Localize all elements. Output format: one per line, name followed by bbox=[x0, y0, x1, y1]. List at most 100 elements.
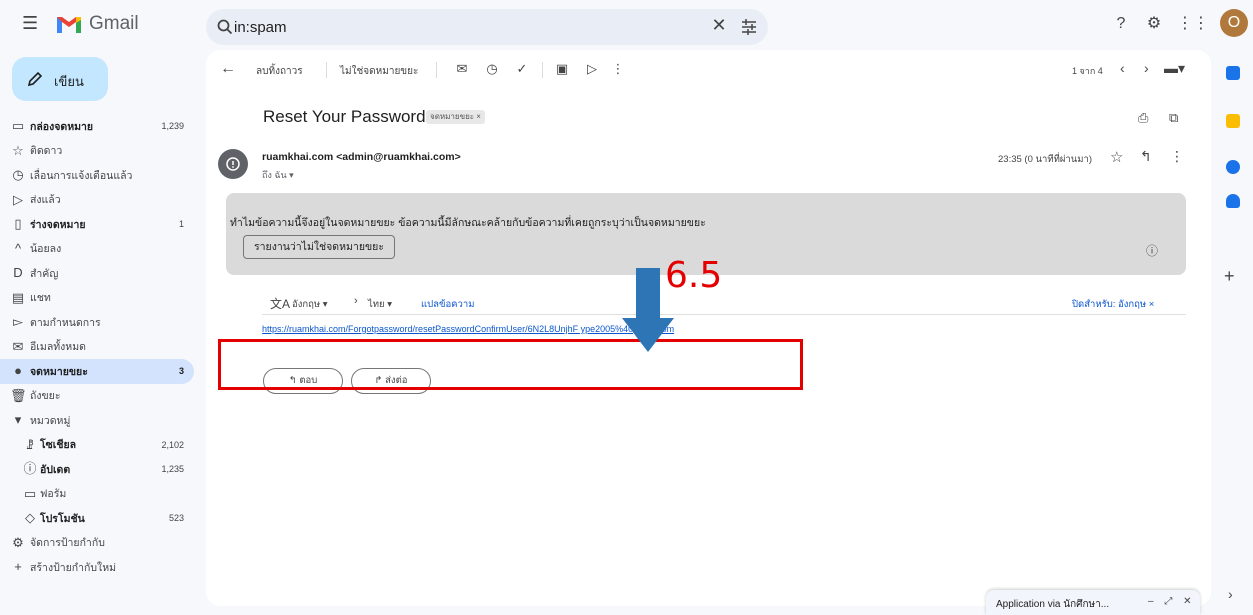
move-to-icon[interactable]: ▣ bbox=[554, 61, 570, 77]
sidebar-item-icon: D bbox=[13, 265, 23, 280]
sidebar-item[interactable]: ▭ กล่องจดหมาย 1,239 bbox=[0, 114, 200, 139]
sidebar-item-label: ร่างจดหมาย bbox=[30, 218, 86, 231]
sidebar-item-label: แชท bbox=[30, 292, 51, 305]
account-avatar[interactable]: O bbox=[1220, 9, 1248, 37]
search-options-icon[interactable] bbox=[739, 17, 759, 37]
pencil-icon bbox=[27, 71, 43, 87]
main-menu-icon[interactable]: ☰ bbox=[22, 13, 42, 33]
search-bar[interactable]: ✕ bbox=[206, 9, 768, 45]
sidebar-item-icon: ^ bbox=[14, 240, 22, 256]
page-counter: 1 จาก 4 bbox=[1072, 66, 1103, 76]
sender-avatar[interactable] bbox=[218, 149, 248, 179]
reply-icon[interactable]: ↰ bbox=[1140, 148, 1152, 165]
sidebar-item[interactable]: ▯ ร่างจดหมาย 1 bbox=[0, 212, 200, 237]
print-icon[interactable]: ⎙ bbox=[1138, 110, 1154, 126]
help-icon[interactable]: ? bbox=[1110, 13, 1132, 35]
sidebar-item[interactable]: ⚙ จัดการป้ายกำกับ bbox=[0, 531, 200, 556]
report-not-spam-button[interactable]: รายงานว่าไม่ใช่จดหมายขยะ bbox=[243, 235, 395, 259]
clear-search-icon[interactable]: ✕ bbox=[709, 15, 729, 36]
calendar-icon[interactable] bbox=[1226, 66, 1240, 80]
sidebar-item-count: 2,102 bbox=[161, 439, 184, 450]
sidebar-item-label: ส่งแล้ว bbox=[30, 194, 61, 207]
sidebar-item-icon: ◷ bbox=[12, 167, 24, 182]
sidebar-item[interactable]: ⓘ อัปเดต 1,235 bbox=[0, 457, 200, 482]
sidebar-item-label: สร้างป้ายกำกับใหม่ bbox=[30, 561, 117, 574]
not-spam-button[interactable]: ไม่ใช่จดหมายขยะ bbox=[340, 64, 418, 79]
back-arrow-icon[interactable]: ← bbox=[220, 60, 236, 78]
add-task-icon[interactable]: ✓ bbox=[514, 61, 530, 77]
toolbar-divider bbox=[436, 62, 437, 78]
sidebar-item-icon: ☆ bbox=[12, 142, 24, 158]
spam-label-chip[interactable]: จดหมายขยะ × bbox=[426, 110, 485, 124]
tasks-icon[interactable] bbox=[1226, 160, 1240, 174]
search-icon[interactable] bbox=[216, 18, 234, 36]
info-icon[interactable]: ⓘ bbox=[1146, 242, 1160, 258]
translate-icon: 文A bbox=[270, 297, 291, 311]
sidebar-item-icon: ⚙ bbox=[12, 534, 24, 550]
translate-to-select[interactable]: ไทย ▾ bbox=[368, 297, 392, 312]
sidebar-item-label: ถังขยะ bbox=[30, 390, 61, 403]
warning-info-icon bbox=[226, 157, 240, 171]
more-options-icon[interactable]: ⋮ bbox=[610, 61, 626, 77]
toolbar-divider bbox=[542, 62, 543, 78]
panel-controls[interactable]: – ⤢ ✕ bbox=[1148, 596, 1196, 607]
keep-icon[interactable] bbox=[1226, 114, 1240, 128]
sidebar-item[interactable]: ▻ ตามกำหนดการ bbox=[0, 310, 200, 335]
sidebar-item-count: 1 bbox=[178, 219, 184, 230]
mark-unread-icon[interactable]: ✉ bbox=[454, 61, 470, 77]
input-tools-icon[interactable]: ▬▾ bbox=[1164, 60, 1185, 77]
sidebar-item[interactable]: ● จดหมายขยะ 3 bbox=[0, 359, 194, 384]
minimized-compose-panel[interactable]: Application via นักศึกษา... – ⤢ ✕ bbox=[986, 590, 1200, 615]
contacts-icon[interactable] bbox=[1226, 194, 1240, 208]
sidebar-item[interactable]: ▾ หมวดหมู่ bbox=[0, 408, 200, 433]
sidebar-item-icon: ✉ bbox=[12, 338, 24, 354]
newer-chevron-icon[interactable]: ‹ bbox=[1120, 60, 1125, 76]
sidebar-item-label: ฟอรัม bbox=[40, 488, 67, 501]
apps-grid-icon[interactable]: ⋮⋮ bbox=[1177, 13, 1209, 35]
sidebar-item-icon: ▯ bbox=[14, 216, 22, 231]
reset-password-link[interactable]: https://ruamkhai.com/Forgotpassword/rese… bbox=[262, 324, 674, 334]
toolbar-divider bbox=[326, 62, 327, 78]
panel-title[interactable]: Application via นักศึกษา... bbox=[996, 597, 1109, 612]
add-addon-icon[interactable]: + bbox=[1224, 266, 1235, 287]
sidebar-item[interactable]: ☆ ติดดาว bbox=[0, 139, 200, 164]
show-panel-chevron-icon[interactable]: › bbox=[1228, 586, 1233, 602]
highlight-box bbox=[218, 339, 803, 390]
settings-icon[interactable]: ⚙ bbox=[1143, 13, 1165, 35]
sidebar-item-label: ตามกำหนดการ bbox=[30, 316, 101, 329]
sidebar-item[interactable]: ◇ โปรโมชัน 523 bbox=[0, 506, 200, 531]
sidebar-item[interactable]: ◷ เลื่อนการแจ้งเตือนแล้ว bbox=[0, 163, 200, 188]
open-new-window-icon[interactable]: ⧉ bbox=[1169, 110, 1185, 126]
more-vert-icon[interactable]: ⋮ bbox=[1170, 148, 1184, 165]
sidebar-item-count: 1,235 bbox=[161, 464, 184, 475]
sidebar-item[interactable]: ▷ ส่งแล้ว bbox=[0, 188, 200, 213]
sidebar-item[interactable]: ꗗ โซเชียล 2,102 bbox=[0, 433, 200, 458]
sidebar-item[interactable]: + สร้างป้ายกำกับใหม่ bbox=[0, 555, 200, 580]
compose-button[interactable]: เขียน bbox=[12, 57, 108, 101]
translate-from-select[interactable]: อังกฤษ ▾ bbox=[292, 297, 328, 312]
star-icon[interactable]: ☆ bbox=[1110, 148, 1123, 166]
sidebar-item-icon: ▻ bbox=[13, 314, 23, 329]
turn-off-translate-link[interactable]: ปิดสำหรับ: อังกฤษ × bbox=[1072, 297, 1154, 312]
sidebar-item-icon: ▭ bbox=[23, 485, 37, 501]
delete-forever-button[interactable]: ลบทิ้งถาวร bbox=[256, 64, 303, 79]
sidebar-item[interactable]: D สำคัญ bbox=[0, 261, 200, 286]
sender-name[interactable]: ruamkhai.com <admin@ruamkhai.com> bbox=[262, 151, 461, 163]
sidebar-item-icon: + bbox=[14, 559, 22, 574]
sidebar-item[interactable]: ▭ ฟอรัม bbox=[0, 482, 200, 507]
gmail-m-icon bbox=[57, 17, 81, 33]
sidebar-item-label: จัดการป้ายกำกับ bbox=[30, 537, 105, 550]
sidebar-item-icon: ꗗ bbox=[26, 436, 34, 452]
translate-message-link[interactable]: แปลข้อความ bbox=[421, 297, 474, 312]
snooze-icon[interactable]: ◷ bbox=[484, 61, 500, 77]
sidebar-item[interactable]: 🗑 ถังขยะ bbox=[0, 384, 200, 409]
sidebar-item[interactable]: ✉ อีเมลทั้งหมด bbox=[0, 335, 200, 360]
translate-bar: 文A อังกฤษ ▾ › ไทย ▾ แปลข้อความ ปิดสำหรับ… bbox=[262, 289, 1186, 315]
sidebar-item[interactable]: ▤ แชท bbox=[0, 286, 200, 311]
recipient-details[interactable]: ถึง ฉัน ▾ bbox=[262, 168, 294, 182]
sidebar-item[interactable]: ^ น้อยลง bbox=[0, 237, 200, 262]
older-chevron-icon[interactable]: › bbox=[1144, 60, 1149, 76]
search-input[interactable] bbox=[234, 17, 674, 37]
label-icon[interactable]: ▷ bbox=[584, 61, 600, 77]
gmail-logo[interactable]: Gmail bbox=[55, 12, 139, 36]
